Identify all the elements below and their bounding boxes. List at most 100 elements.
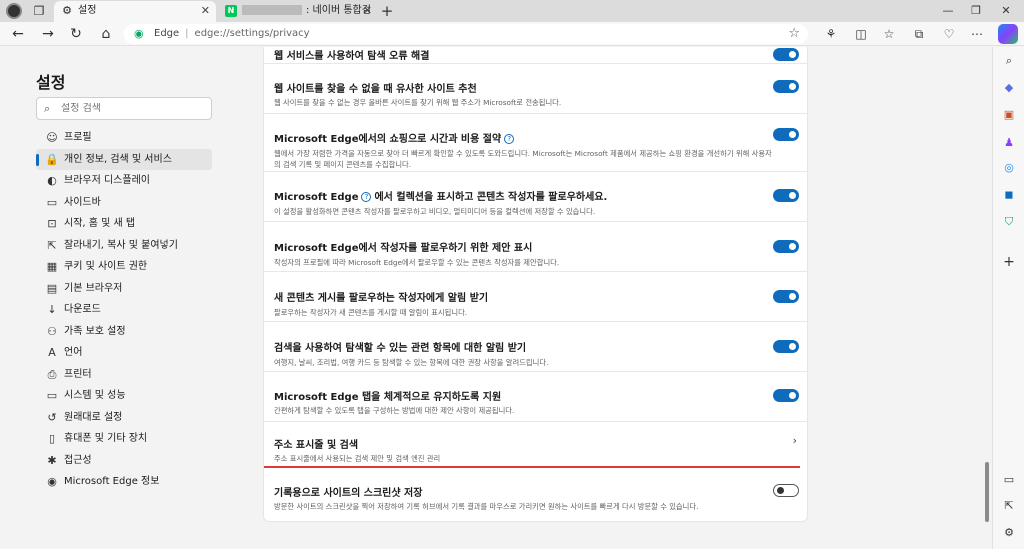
sidebar-item-share[interactable]: ⇱ 잘라내기, 복사 및 붙여넣기 bbox=[36, 235, 212, 257]
back-icon[interactable]: ← bbox=[6, 22, 30, 46]
close-tab-icon[interactable]: ✕ bbox=[201, 1, 210, 21]
help-icon[interactable]: ? bbox=[361, 192, 372, 202]
search-icon: ⌕ bbox=[44, 102, 51, 115]
setting-title: Microsoft Edge에서 작성자를 팔로우하기 위한 제안 표시 bbox=[274, 243, 533, 254]
redacted-text bbox=[242, 5, 302, 15]
edge-icon: ◉ bbox=[47, 475, 57, 488]
sidebar-item-language[interactable]: A 언어 bbox=[36, 342, 212, 364]
chevron-right-icon[interactable]: › bbox=[793, 434, 797, 447]
close-tab-icon[interactable]: ✕ bbox=[363, 1, 372, 21]
sidebar-item-palette[interactable]: ◐ 브라우저 디스플레이 bbox=[36, 170, 212, 192]
help-icon[interactable]: ? bbox=[504, 134, 515, 144]
setting-toggle[interactable] bbox=[773, 48, 799, 61]
tag-icon[interactable]: ◆ bbox=[1001, 80, 1017, 96]
minimize-icon[interactable]: — bbox=[934, 0, 962, 22]
setting-title: Microsoft Edge? 에서 컬렉션을 표시하고 콘텐츠 작성자를 팔로우… bbox=[274, 188, 607, 203]
setting-title-text: Microsoft Edge bbox=[274, 192, 359, 203]
more-options-icon[interactable]: ⋯ bbox=[968, 25, 986, 43]
scrollbar-thumb[interactable] bbox=[985, 462, 989, 522]
setting-title: 새 콘텐츠 게시를 팔로우하는 작성자에게 알림 받기 bbox=[274, 293, 489, 304]
sidebar-item-label: 사이드바 bbox=[64, 196, 101, 208]
sidebar-item-system[interactable]: ▭ 시스템 및 성능 bbox=[36, 385, 212, 407]
home-icon[interactable]: ⌂ bbox=[94, 22, 118, 46]
new-tab-button[interactable]: + bbox=[378, 1, 396, 21]
sidebar-item-lock[interactable]: 🔒 개인 정보, 검색 및 서비스 bbox=[36, 148, 212, 170]
sidebar-item-browser[interactable]: ▤ 기본 브라우저 bbox=[36, 278, 212, 300]
sidebar-item-cookie[interactable]: ▦ 쿠키 및 사이트 권한 bbox=[36, 256, 212, 278]
outlook-icon[interactable]: ◼ bbox=[1001, 187, 1017, 203]
search-icon[interactable]: ⌕ bbox=[1001, 53, 1017, 69]
address-bar[interactable]: ◉ Edge | edge://settings/privacy ☆ bbox=[124, 24, 808, 44]
profile-avatar[interactable] bbox=[6, 3, 22, 19]
sidebar-item-reset[interactable]: ↺ 원래대로 설정 bbox=[36, 407, 212, 429]
page-title: 설정 bbox=[36, 73, 66, 92]
printer-icon: ⎙ bbox=[47, 367, 57, 381]
favorite-star-icon[interactable]: ☆ bbox=[788, 24, 800, 44]
gear-icon[interactable]: ⚙ bbox=[1001, 525, 1017, 541]
setting-title: Microsoft Edge에서의 쇼핑으로 시간과 비용 절약? bbox=[274, 130, 517, 145]
tab-settings[interactable]: ⚙ 설정 ✕ bbox=[54, 1, 216, 22]
sidebar-item-label: Microsoft Edge 정보 bbox=[64, 476, 160, 487]
collections-icon[interactable]: ⧉ bbox=[910, 25, 928, 43]
performance-icon[interactable]: ♡ bbox=[940, 25, 958, 43]
setting-row: Microsoft Edge? 에서 컬렉션을 표시하고 콘텐츠 작성자를 팔로우… bbox=[264, 172, 809, 222]
url-text: edge://settings/privacy bbox=[194, 28, 310, 39]
edge-site-icon: ◉ bbox=[134, 27, 144, 40]
setting-toggle[interactable] bbox=[773, 389, 799, 402]
setting-toggle[interactable] bbox=[773, 290, 799, 303]
add-icon[interactable]: + bbox=[1001, 254, 1017, 270]
refresh-icon[interactable]: ↻ bbox=[64, 22, 88, 46]
setting-toggle[interactable] bbox=[773, 80, 799, 93]
setting-toggle[interactable] bbox=[773, 128, 799, 141]
setting-toggle[interactable] bbox=[773, 189, 799, 202]
sidebar-item-family[interactable]: ⚇ 가족 보호 설정 bbox=[36, 321, 212, 343]
sidebar-toggle-icon[interactable]: ▭ bbox=[1001, 472, 1017, 488]
sidebar-item-home-tabs[interactable]: ⊡ 시작, 홈 및 새 탭 bbox=[36, 213, 212, 235]
naver-icon: N bbox=[225, 5, 237, 17]
shopping-icon[interactable]: ⛉ bbox=[1001, 214, 1017, 230]
search-input[interactable] bbox=[61, 103, 201, 114]
sidebar-item-printer[interactable]: ⎙ 프린터 bbox=[36, 364, 212, 386]
copilot-icon[interactable] bbox=[998, 24, 1018, 44]
profile-icon: ☺ bbox=[46, 131, 58, 144]
tab-naver[interactable]: N : 네이버 통합검색 ✕ bbox=[218, 1, 378, 36]
forward-icon[interactable]: → bbox=[36, 22, 60, 46]
setting-row: Microsoft Edge에서의 쇼핑으로 시간과 비용 절약? 웹에서 가장… bbox=[264, 114, 809, 172]
setting-toggle[interactable] bbox=[773, 340, 799, 353]
setting-toggle[interactable] bbox=[773, 240, 799, 253]
sidebar-item-profile[interactable]: ☺ 프로필 bbox=[36, 127, 212, 149]
extensions-icon[interactable]: ⚘ bbox=[822, 25, 840, 43]
tab-label: 설정 bbox=[78, 5, 97, 16]
system-icon: ▭ bbox=[46, 389, 58, 402]
share-icon: ⇱ bbox=[47, 238, 57, 252]
sidebar-item-label: 프로필 bbox=[64, 132, 92, 143]
reset-icon: ↺ bbox=[47, 410, 57, 424]
setting-title: 검색을 사용하여 탐색할 수 있는 관련 항목에 대한 알림 받기 bbox=[274, 343, 527, 354]
tab-strip: ❐ ⚙ 설정 ✕ N : 네이버 통합검색 ✕ + — ❐ ✕ bbox=[0, 0, 1024, 36]
sidebar-item-download[interactable]: ↓ 다운로드 bbox=[36, 299, 212, 321]
toolbox-icon[interactable]: ▣ bbox=[1001, 107, 1017, 123]
sidebar-icon: ▭ bbox=[46, 195, 58, 209]
sidebar-item-edge[interactable]: ◉ Microsoft Edge 정보 bbox=[36, 471, 212, 493]
games-icon[interactable]: ♟ bbox=[1001, 135, 1017, 151]
edge-sidebar: ⌕ ◆ ▣ ♟ ◎ ◼ ⛉ + ▭ ⇱ ⚙ bbox=[992, 47, 1024, 549]
tab-actions-icon[interactable]: ❐ bbox=[31, 3, 47, 19]
close-window-icon[interactable]: ✕ bbox=[992, 0, 1020, 22]
setting-toggle[interactable] bbox=[773, 484, 799, 497]
split-screen-icon[interactable]: ◫ bbox=[852, 25, 870, 43]
cookie-icon: ▦ bbox=[46, 260, 58, 273]
microsoft-365-icon[interactable]: ◎ bbox=[1001, 160, 1017, 176]
setting-title: 웹 사이트를 찾을 수 없을 때 유사한 사이트 추천 bbox=[274, 84, 477, 95]
sidebar-item-phone[interactable]: ▯ 휴대폰 및 기타 장치 bbox=[36, 428, 212, 450]
sidebar-item-sidebar[interactable]: ▭ 사이드바 bbox=[36, 192, 212, 214]
restore-icon[interactable]: ❐ bbox=[962, 0, 990, 22]
sidebar-item-accessibility[interactable]: ✱ 접근성 bbox=[36, 450, 212, 472]
favorites-icon[interactable]: ☆ bbox=[880, 25, 898, 43]
open-external-icon[interactable]: ⇱ bbox=[1001, 498, 1017, 514]
home-tabs-icon: ⊡ bbox=[47, 217, 57, 230]
settings-search[interactable]: ⌕ bbox=[36, 97, 212, 120]
sidebar-item-label: 원래대로 설정 bbox=[64, 411, 123, 423]
setting-row-address-bar[interactable]: 주소 표시줄 및 검색 주소 표시줄에서 사용되는 검색 제안 및 검색 엔진 … bbox=[264, 422, 809, 472]
setting-description: 작성자의 프로필에 따라 Microsoft Edge에서 팔로우할 수 있는 … bbox=[274, 258, 560, 267]
highlight-underline bbox=[264, 466, 800, 468]
